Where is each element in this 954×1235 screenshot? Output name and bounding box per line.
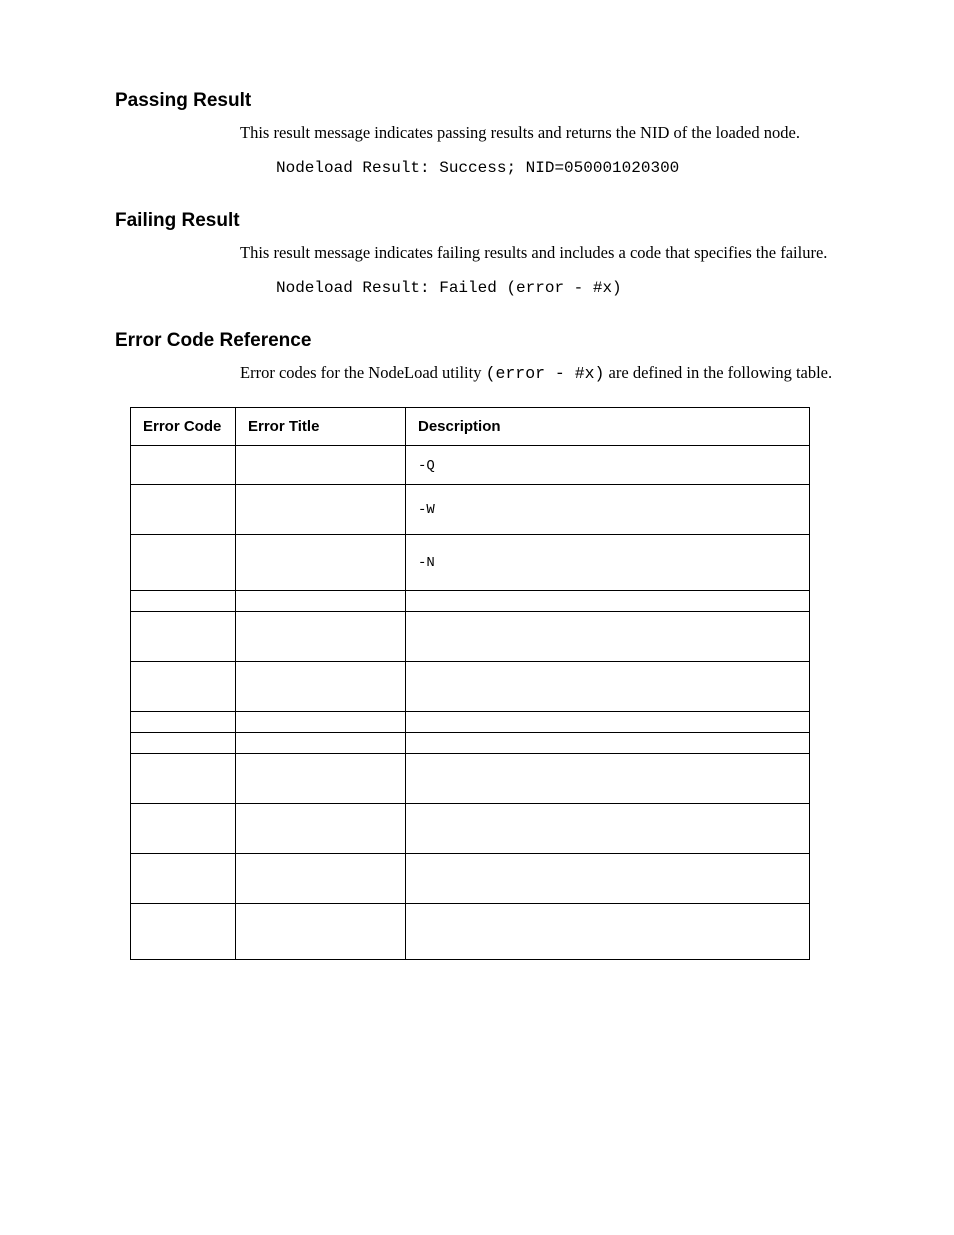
cell-title [236,661,406,711]
cell-title [236,445,406,484]
section-passing-body: This result message indicates passing re… [240,122,844,180]
cell-code [131,803,236,853]
cell-desc [406,732,810,753]
table-row [131,732,810,753]
cell-code [131,732,236,753]
cell-desc [406,753,810,803]
table-row [131,903,810,959]
failing-code: Nodeload Result: Failed (error - #x) [276,278,844,300]
cell-code [131,753,236,803]
table-row [131,853,810,903]
cell-desc [406,903,810,959]
cell-title [236,903,406,959]
table-row [131,753,810,803]
section-failing-body: This result message indicates failing re… [240,242,844,300]
cell-title [236,732,406,753]
cell-code [131,853,236,903]
cell-desc: -N [406,534,810,590]
section-errorcodes-body: Error codes for the NodeLoad utility (er… [240,362,844,385]
table-header-title: Error Title [236,407,406,445]
cell-code [131,445,236,484]
heading-error-code-reference: Error Code Reference [115,330,844,352]
cell-desc [406,661,810,711]
cell-desc-mono: -W [418,502,435,518]
table-header-row: Error Code Error Title Description [131,407,810,445]
cell-title [236,611,406,661]
cell-title [236,711,406,732]
cell-title [236,853,406,903]
errorcodes-text-pre: Error codes for the NodeLoad utility [240,363,486,382]
table-row: -W [131,484,810,534]
cell-desc-mono: -N [418,555,435,571]
cell-title [236,753,406,803]
table-header-code: Error Code [131,407,236,445]
table-header-description: Description [406,407,810,445]
table-row [131,611,810,661]
table-row [131,590,810,611]
page: Passing Result This result message indic… [0,0,954,1235]
cell-title [236,484,406,534]
cell-code [131,661,236,711]
table-row [131,711,810,732]
error-code-table: Error Code Error Title Description -Q [130,407,810,960]
heading-failing-result: Failing Result [115,210,844,232]
cell-code [131,590,236,611]
cell-code [131,711,236,732]
errorcodes-text: Error codes for the NodeLoad utility (er… [240,362,844,385]
cell-title [236,803,406,853]
failing-text: This result message indicates failing re… [240,242,844,264]
passing-code: Nodeload Result: Success; NID=0500010203… [276,158,844,180]
errorcodes-text-post: are defined in the following table. [604,363,832,382]
cell-desc-mono: -Q [418,458,435,474]
cell-code [131,484,236,534]
cell-code [131,534,236,590]
heading-passing-result: Passing Result [115,90,844,112]
table-row [131,661,810,711]
cell-code [131,903,236,959]
cell-desc [406,590,810,611]
cell-title [236,590,406,611]
table-row [131,803,810,853]
table-row: -Q [131,445,810,484]
cell-desc [406,711,810,732]
cell-desc [406,853,810,903]
cell-desc: -W [406,484,810,534]
cell-title [236,534,406,590]
table-row: -N [131,534,810,590]
passing-text: This result message indicates passing re… [240,122,844,144]
cell-desc: -Q [406,445,810,484]
cell-code [131,611,236,661]
errorcodes-text-mono: (error - #x) [486,364,605,383]
cell-desc [406,611,810,661]
cell-desc [406,803,810,853]
